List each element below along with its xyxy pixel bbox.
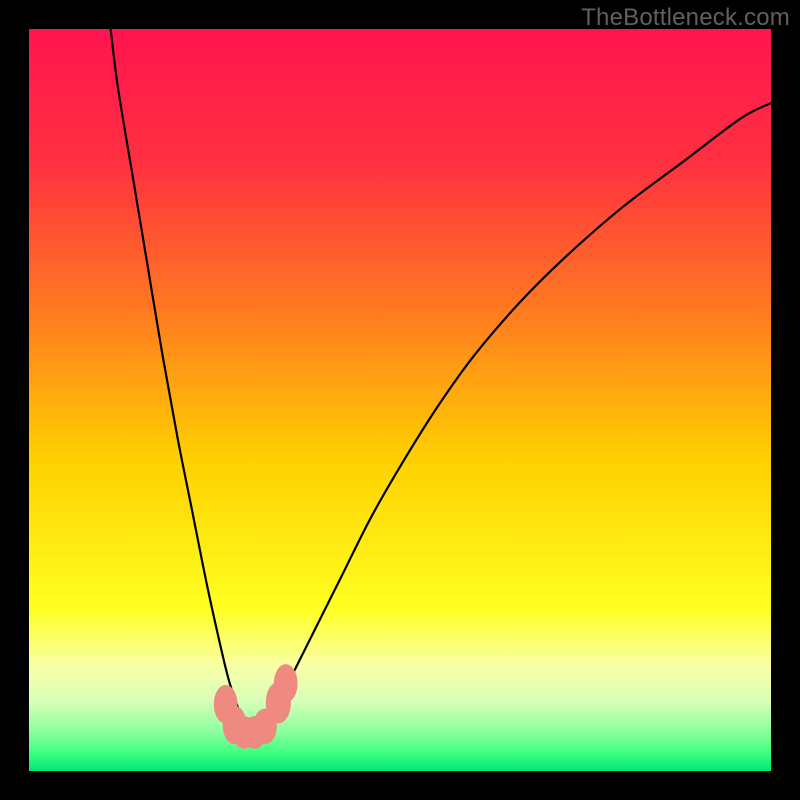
chart-background bbox=[29, 29, 771, 771]
curve-marker bbox=[274, 664, 298, 703]
bottleneck-chart bbox=[29, 29, 771, 771]
chart-stage: TheBottleneck.com bbox=[0, 0, 800, 800]
watermark-text: TheBottleneck.com bbox=[581, 4, 790, 32]
